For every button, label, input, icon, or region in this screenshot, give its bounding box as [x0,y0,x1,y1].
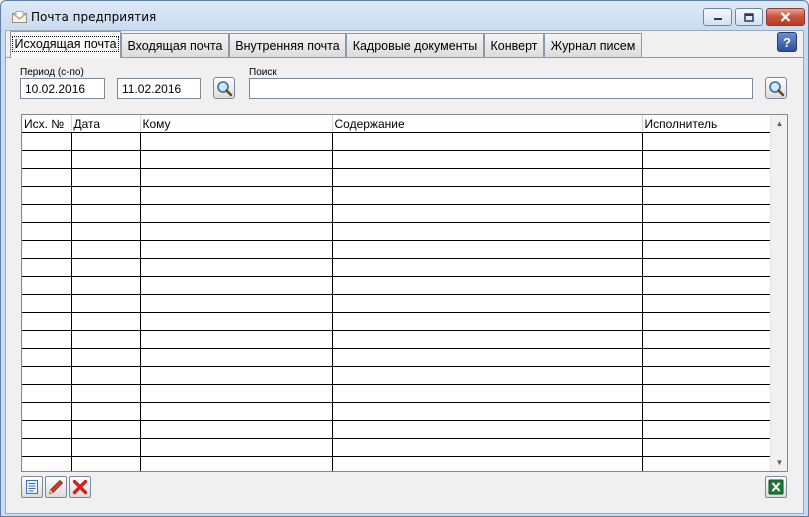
search-label: Поиск [249,67,277,78]
table-row[interactable] [22,258,772,277]
table-row[interactable] [22,294,772,313]
mail-table-grid: Исх. № Дата Кому Содержание Исполнитель [22,115,772,471]
tab-label: Конверт [490,39,538,53]
date-to-input[interactable] [122,82,196,96]
table-row[interactable] [22,168,772,187]
search-field[interactable] [249,78,753,99]
close-button[interactable] [766,8,805,26]
date-to-field[interactable] [117,78,201,99]
tab-mail-journal[interactable]: Журнал писем [544,33,642,57]
tab-hr-documents[interactable]: Кадровые документы [346,33,484,57]
magnifier-icon [768,80,784,96]
table-row[interactable] [22,456,772,471]
table-row[interactable] [22,150,772,169]
column-header-date[interactable]: Дата [71,115,141,133]
tab-pane-border [6,57,803,58]
tab-label: Входящая почта [127,39,223,53]
magnifier-icon [216,80,232,96]
table-row[interactable] [22,330,772,349]
delete-x-icon [72,479,88,495]
table-row[interactable] [22,186,772,205]
edit-record-button[interactable] [45,476,67,498]
main-window: Почта предприятия Исходящая почта Входящ… [0,0,809,517]
minimize-button[interactable] [703,8,732,26]
table-row[interactable] [22,132,772,151]
window-title: Почта предприятия [31,10,157,24]
date-from-field[interactable] [20,78,105,99]
scroll-up-icon[interactable]: ▲ [771,115,787,132]
column-header-executor[interactable]: Исполнитель [642,115,772,133]
table-row[interactable] [22,276,772,295]
table-row[interactable] [22,312,772,331]
mail-table[interactable]: Исх. № Дата Кому Содержание Исполнитель [21,114,788,472]
column-header-recipient[interactable]: Кому [140,115,333,133]
new-record-button[interactable] [21,476,43,498]
search-button[interactable] [765,77,787,99]
table-row[interactable] [22,348,772,367]
table-row[interactable] [22,204,772,223]
title-bar[interactable]: Почта предприятия [1,1,808,30]
scroll-down-icon[interactable]: ▼ [771,454,787,471]
tab-internal-mail[interactable]: Внутренняя почта [229,33,346,57]
help-button[interactable]: ? [777,32,797,52]
maximize-button[interactable] [735,8,763,26]
maximize-icon [744,12,754,22]
table-row[interactable] [22,384,772,403]
table-header-row: Исх. № Дата Кому Содержание Исполнитель [22,115,772,133]
help-icon: ? [783,34,791,50]
table-row[interactable] [22,438,772,457]
column-header-content[interactable]: Содержание [332,115,643,133]
client-area: Исходящая почта Входящая почта Внутрення… [5,30,804,514]
column-header-number[interactable]: Исх. № [22,115,72,133]
date-from-input[interactable] [25,82,100,96]
tab-outgoing-mail[interactable]: Исходящая почта [10,31,121,58]
excel-export-icon [768,479,784,495]
table-row[interactable] [22,420,772,439]
pencil-icon [48,479,64,495]
minimize-icon [713,18,722,20]
period-search-button[interactable] [213,77,235,99]
tab-incoming-mail[interactable]: Входящая почта [121,33,229,57]
envelope-icon [12,11,27,23]
table-body [22,132,772,471]
export-excel-button[interactable] [765,476,787,498]
tab-label: Кадровые документы [352,39,478,53]
delete-record-button[interactable] [69,476,91,498]
tab-label: Журнал писем [550,39,636,53]
tab-label: Внутренняя почта [235,39,340,53]
tab-envelope[interactable]: Конверт [484,33,544,57]
table-row[interactable] [22,222,772,241]
search-input[interactable] [254,82,748,96]
tab-label: Исходящая почта [12,36,119,52]
close-icon [780,12,791,22]
period-label: Период (с-по) [20,67,84,78]
table-row[interactable] [22,366,772,385]
vertical-scrollbar[interactable]: ▲ ▼ [770,115,787,471]
table-row[interactable] [22,240,772,259]
table-row[interactable] [22,402,772,421]
new-document-icon [26,480,38,494]
